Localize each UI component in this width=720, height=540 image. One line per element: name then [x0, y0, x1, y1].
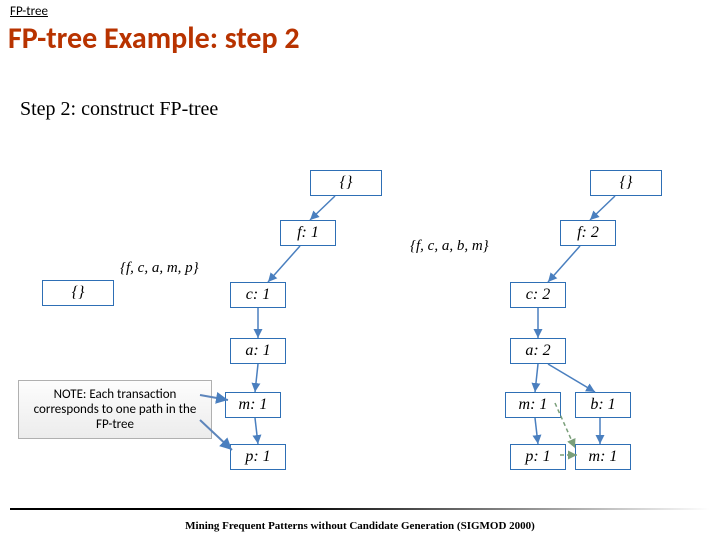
tree2-c: c: 2 — [510, 282, 566, 308]
tree2-m2: m: 1 — [575, 444, 631, 470]
footer-divider — [10, 508, 710, 510]
tree2-b: b: 1 — [575, 392, 631, 418]
tree2-m: m: 1 — [505, 392, 561, 418]
page-title: FP-tree Example: step 2 — [8, 20, 300, 57]
note-box: NOTE: Each transaction corresponds to on… — [18, 380, 212, 439]
tree2-a: a: 2 — [510, 338, 566, 364]
empty-node: {} — [42, 280, 114, 306]
transaction-1-label: {f, c, a, m, p} — [120, 260, 199, 277]
root-node-left: {} — [310, 170, 382, 196]
breadcrumb: FP-tree — [10, 4, 48, 19]
tree2-p: p: 1 — [510, 444, 566, 470]
footer-citation: Mining Frequent Patterns without Candida… — [0, 520, 720, 532]
tree1-a: a: 1 — [230, 338, 286, 364]
transaction-2-label: {f, c, a, b, m} — [410, 238, 489, 255]
tree1-p: p: 1 — [230, 444, 286, 470]
tree1-f: f: 1 — [280, 220, 336, 246]
root-node-right: {} — [590, 170, 662, 196]
tree2-f: f: 2 — [560, 220, 616, 246]
step-subtitle: Step 2: construct FP-tree — [20, 98, 218, 121]
tree1-c: c: 1 — [230, 282, 286, 308]
tree1-m: m: 1 — [225, 392, 281, 418]
